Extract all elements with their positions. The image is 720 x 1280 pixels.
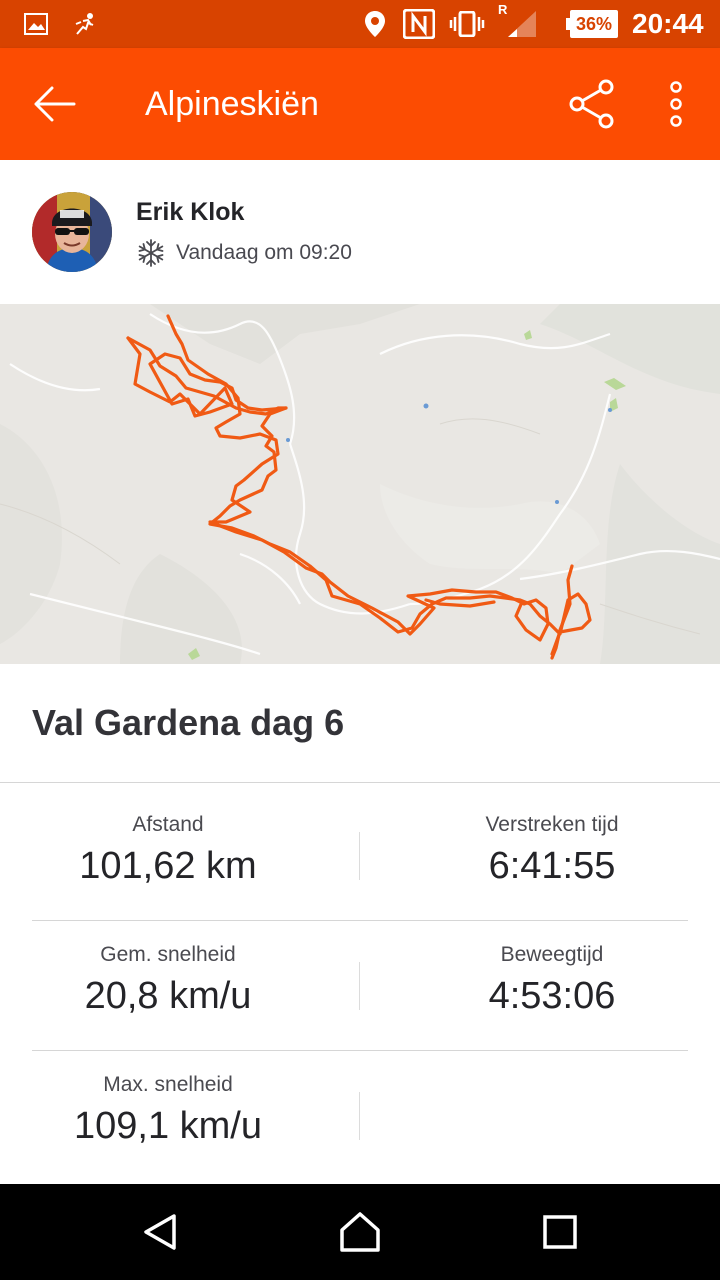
nav-back-button[interactable] [120, 1200, 200, 1264]
system-nav-bar [0, 1184, 720, 1280]
stat-moving-time: Beweegtijd 4:53:06 [402, 942, 702, 1020]
avatar[interactable] [32, 192, 112, 272]
athlete-name[interactable]: Erik Klok [136, 198, 244, 227]
battery-level: 36% [570, 10, 618, 38]
stat-value: 109,1 km/u [74, 1105, 262, 1147]
nav-recents-button[interactable] [520, 1200, 600, 1264]
stat-label: Gem. snelheid [100, 943, 236, 966]
stat-value: 4:53:06 [488, 975, 616, 1017]
activity-date: Vandaag om 09:20 [176, 241, 352, 264]
stat-label: Verstreken tijd [485, 813, 619, 836]
vibrate-icon [448, 8, 486, 40]
activity-meta: Vandaag om 09:20 [136, 238, 352, 268]
app-bar: Alpineskiën [0, 48, 720, 160]
stat-divider [359, 832, 360, 880]
more-options-button[interactable] [652, 76, 700, 132]
nav-back-icon [144, 1214, 176, 1250]
stat-label: Max. snelheid [103, 1073, 233, 1096]
stat-value: 101,62 km [79, 845, 257, 887]
page-title: Alpineskiën [145, 85, 319, 123]
stat-distance: Afstand 101,62 km [18, 812, 318, 890]
route-map[interactable] [0, 304, 720, 664]
status-bar: R 36% 20:44 [0, 0, 720, 48]
athlete-header: Erik Klok Vandaag om 09:20 [0, 160, 720, 304]
stat-value: 20,8 km/u [84, 975, 252, 1017]
stat-value: 6:41:55 [488, 845, 616, 887]
snowflake-icon [138, 239, 164, 267]
signal-icon: R [496, 2, 540, 40]
divider [32, 920, 688, 921]
divider [32, 1050, 688, 1051]
nav-recents-icon [543, 1215, 577, 1249]
gallery-icon [22, 8, 50, 40]
stat-elapsed-time: Verstreken tijd 6:41:55 [402, 812, 702, 890]
location-icon [362, 8, 388, 40]
more-vertical-icon [670, 81, 682, 127]
running-notification-icon [70, 8, 100, 40]
battery-indicator: 36% [566, 10, 620, 38]
back-button[interactable] [24, 74, 84, 134]
stat-divider [359, 962, 360, 1010]
divider [0, 782, 720, 783]
roaming-indicator: R [498, 2, 508, 17]
nav-home-icon [340, 1212, 380, 1252]
stat-divider [359, 1092, 360, 1140]
stat-average-speed: Gem. snelheid 20,8 km/u [18, 942, 318, 1020]
activity-title: Val Gardena dag 6 [32, 702, 345, 743]
stat-max-speed: Max. snelheid 109,1 km/u [18, 1072, 318, 1150]
nav-home-button[interactable] [320, 1200, 400, 1264]
share-icon [569, 79, 614, 129]
arrow-back-icon [34, 86, 76, 122]
nfc-icon [402, 8, 436, 40]
share-button[interactable] [562, 76, 622, 132]
stat-label: Afstand [132, 813, 204, 836]
stat-label: Beweegtijd [500, 943, 604, 966]
clock: 20:44 [632, 8, 704, 39]
